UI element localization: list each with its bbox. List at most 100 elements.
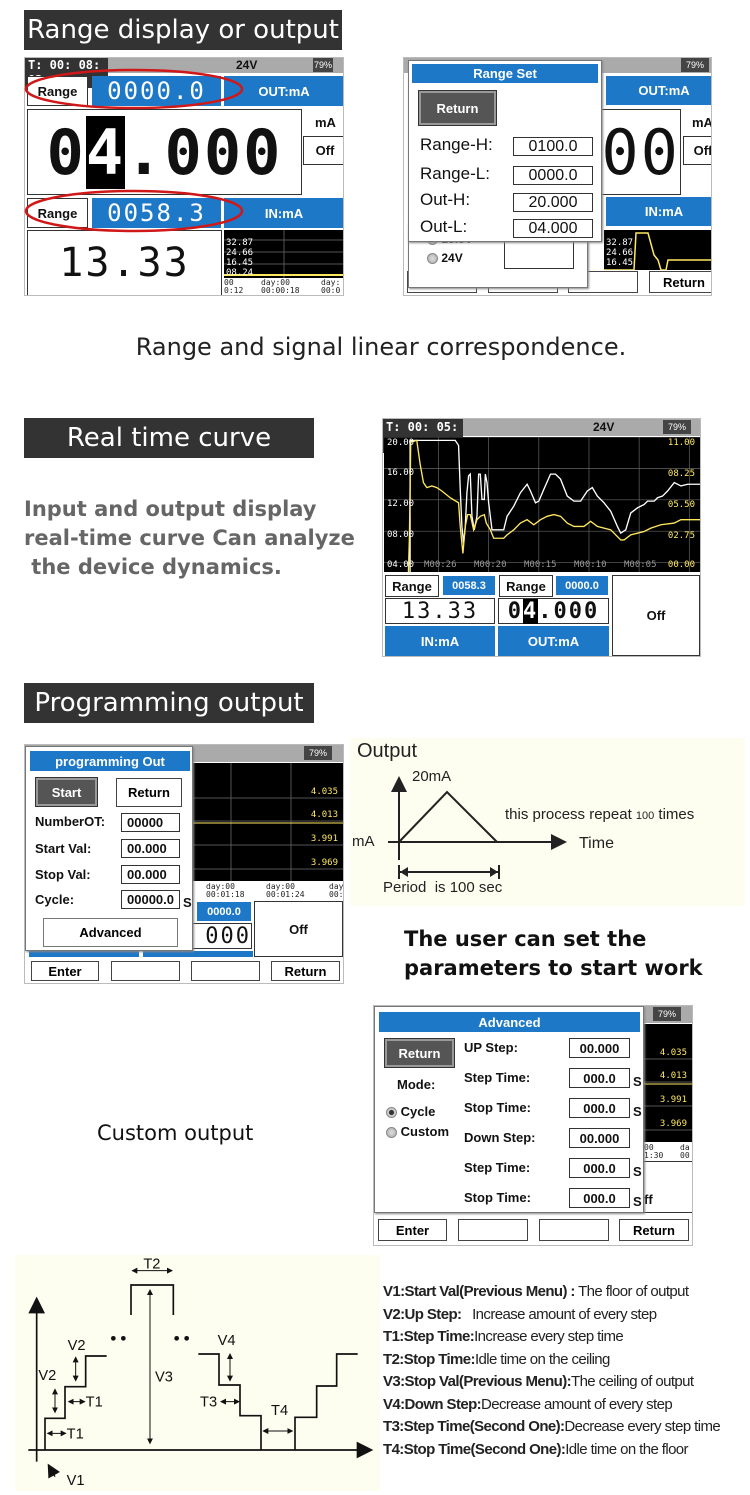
section-title-programming: Programming output xyxy=(24,683,314,723)
battery-indicator: 79% xyxy=(663,420,691,434)
field-label: Stop Val: xyxy=(35,867,91,882)
realtime-chart-plot xyxy=(384,437,700,572)
off-button[interactable]: Off xyxy=(254,901,343,957)
range-h-input[interactable]: 0100.0 xyxy=(513,137,593,156)
label-t2: T2 xyxy=(143,1256,160,1272)
out-unit-button[interactable]: OUT:mA xyxy=(498,626,609,656)
label-v3: V3 xyxy=(155,1370,173,1386)
battery-indicator: 79% xyxy=(653,1007,681,1021)
start-button[interactable]: Start xyxy=(35,777,98,807)
highlight-ellipse-in xyxy=(24,189,244,233)
field-input[interactable]: 000.0 xyxy=(569,1188,630,1208)
mode-label: Mode: xyxy=(397,1077,436,1092)
right-axis-label: 00.00 xyxy=(667,560,695,570)
battery-indicator: 79% xyxy=(681,58,709,72)
x-axis-label: Time xyxy=(579,835,614,852)
footer-return-button[interactable]: Return xyxy=(271,961,340,981)
legend-key: T1:Step Time: xyxy=(383,1328,475,1345)
in-unit-button[interactable]: IN:mA xyxy=(385,626,495,656)
field-label: Step Time: xyxy=(464,1160,531,1175)
mini-chart: 32.87 24.66 16.45 xyxy=(604,230,711,270)
mode-radio-cycle[interactable]: Cycle xyxy=(386,1104,435,1119)
radio-icon[interactable] xyxy=(386,1127,397,1139)
field-input[interactable]: 00.000 xyxy=(569,1038,630,1058)
field-input[interactable]: 00.000 xyxy=(569,1128,630,1148)
label-t1: T1 xyxy=(67,1426,84,1442)
screen-advanced: 79% 4.035 4.013 3.991 3.969 00 1:30 da 0… xyxy=(373,1005,693,1246)
programming-dialog: programming Out Start Return NumberOT: 0… xyxy=(25,746,193,951)
unit-label: S xyxy=(183,895,192,910)
footer-return-button[interactable]: Return xyxy=(619,1219,689,1241)
right-axis-label: 05.50 xyxy=(667,500,695,510)
off-button[interactable]: Off xyxy=(612,575,700,656)
in-unit-button[interactable]: IN:mA xyxy=(606,197,711,226)
step-diagram: T2 V2 V2 V3 V4 T1 T1 T3 T4 V1 xyxy=(15,1255,380,1491)
voltage-option[interactable]: 24V xyxy=(427,251,463,265)
digit-cursor: 4 xyxy=(523,598,539,624)
label-v2: V2 xyxy=(38,1368,56,1384)
return-button[interactable]: Return xyxy=(418,90,497,126)
field-input[interactable]: 000.0 xyxy=(569,1068,630,1088)
label-v4: V4 xyxy=(218,1333,236,1349)
out-unit-button[interactable] xyxy=(143,951,253,957)
in-unit-button[interactable] xyxy=(29,951,139,957)
field-input[interactable]: 000.0 xyxy=(569,1158,630,1178)
section-title-curve: Real time curve xyxy=(24,418,314,458)
footer-button-2[interactable] xyxy=(111,961,180,981)
chart-label: 4.013 xyxy=(310,810,338,820)
advanced-button[interactable]: Advanced xyxy=(43,918,178,947)
digit: 0 xyxy=(507,598,523,624)
footer-button-2[interactable] xyxy=(458,1219,528,1241)
out-h-input[interactable]: 20.000 xyxy=(513,193,593,212)
range-button-in[interactable]: Range xyxy=(385,575,439,597)
stop-val-input[interactable]: 00.000 xyxy=(121,865,180,884)
field-input[interactable]: 000.0 xyxy=(569,1098,630,1118)
footer-enter-button[interactable]: Enter xyxy=(31,961,99,981)
off-button[interactable]: ff xyxy=(643,1161,692,1213)
return-button[interactable]: Return xyxy=(116,778,182,807)
radio-selected-icon[interactable] xyxy=(386,1107,397,1119)
range-l-input[interactable]: 0000.0 xyxy=(513,166,593,185)
cycle-input[interactable]: 00000.0 xyxy=(121,890,180,909)
repeat-note: this process repeat 100 times xyxy=(505,806,695,823)
out-unit-button[interactable]: OUT:mA xyxy=(606,76,711,105)
legend-key: T3:Step Time(Second One): xyxy=(383,1418,565,1435)
chart-label: 3.991 xyxy=(659,1095,687,1105)
field-label: Down Step: xyxy=(464,1130,536,1145)
legend-text: The ceiling of output xyxy=(571,1373,694,1390)
footer-return-button[interactable]: Return xyxy=(649,271,711,293)
in-range-value[interactable]: 0058.3 xyxy=(443,576,495,595)
footer-button-3[interactable] xyxy=(191,961,260,981)
footer-button-3[interactable] xyxy=(539,1219,609,1241)
mode-radio-custom[interactable]: Custom xyxy=(386,1124,449,1139)
chart-label: 4.013 xyxy=(659,1071,687,1081)
left-axis-label: 16.00 xyxy=(387,468,415,478)
left-axis-label: 04.00 xyxy=(387,560,415,570)
field-label: Out-H: xyxy=(420,190,471,209)
left-axis-label: 20.00 xyxy=(387,438,415,448)
range-caption: Range and signal linear correspondence. xyxy=(135,333,627,361)
realtime-chart: 20.00 16.00 12.00 08.00 04.00 11.00 08.2… xyxy=(384,437,700,572)
chart-label: 08.24 xyxy=(226,268,254,278)
return-button[interactable]: Return xyxy=(384,1038,455,1068)
out-l-input[interactable]: 04.000 xyxy=(513,219,593,238)
period-label: Period is 100 sec xyxy=(383,879,503,896)
dialog-title: programming Out xyxy=(30,751,190,771)
output-value-display: 0 4.000 xyxy=(498,598,609,624)
off-button[interactable]: Off xyxy=(683,136,711,165)
screen-range-set: 79% OUT:mA 00 mA Off IN:mA 32.87 24.66 1… xyxy=(403,57,712,296)
range-button-out[interactable]: Range xyxy=(499,575,553,597)
field-label: Stop Time: xyxy=(464,1100,531,1115)
footer-enter-button[interactable]: Enter xyxy=(378,1219,447,1241)
time-label: da 00 xyxy=(680,1143,690,1160)
field-label: Stop Time: xyxy=(464,1190,531,1205)
start-val-input[interactable]: 00.000 xyxy=(121,839,180,858)
battery-indicator: 79% xyxy=(313,58,333,72)
number-ot-input[interactable]: 00000 xyxy=(121,813,180,832)
off-button[interactable]: Off xyxy=(303,136,343,165)
legend-item: T1:Step Time:Increase every step time xyxy=(383,1326,720,1349)
range-set-dialog: Range Set Return Range-H: 0100.0 Range-L… xyxy=(408,60,602,242)
out-range-value[interactable]: 0000.0 xyxy=(197,902,251,921)
out-range-value[interactable]: 0000.0 xyxy=(556,576,608,595)
unit-label: mA xyxy=(692,115,712,130)
